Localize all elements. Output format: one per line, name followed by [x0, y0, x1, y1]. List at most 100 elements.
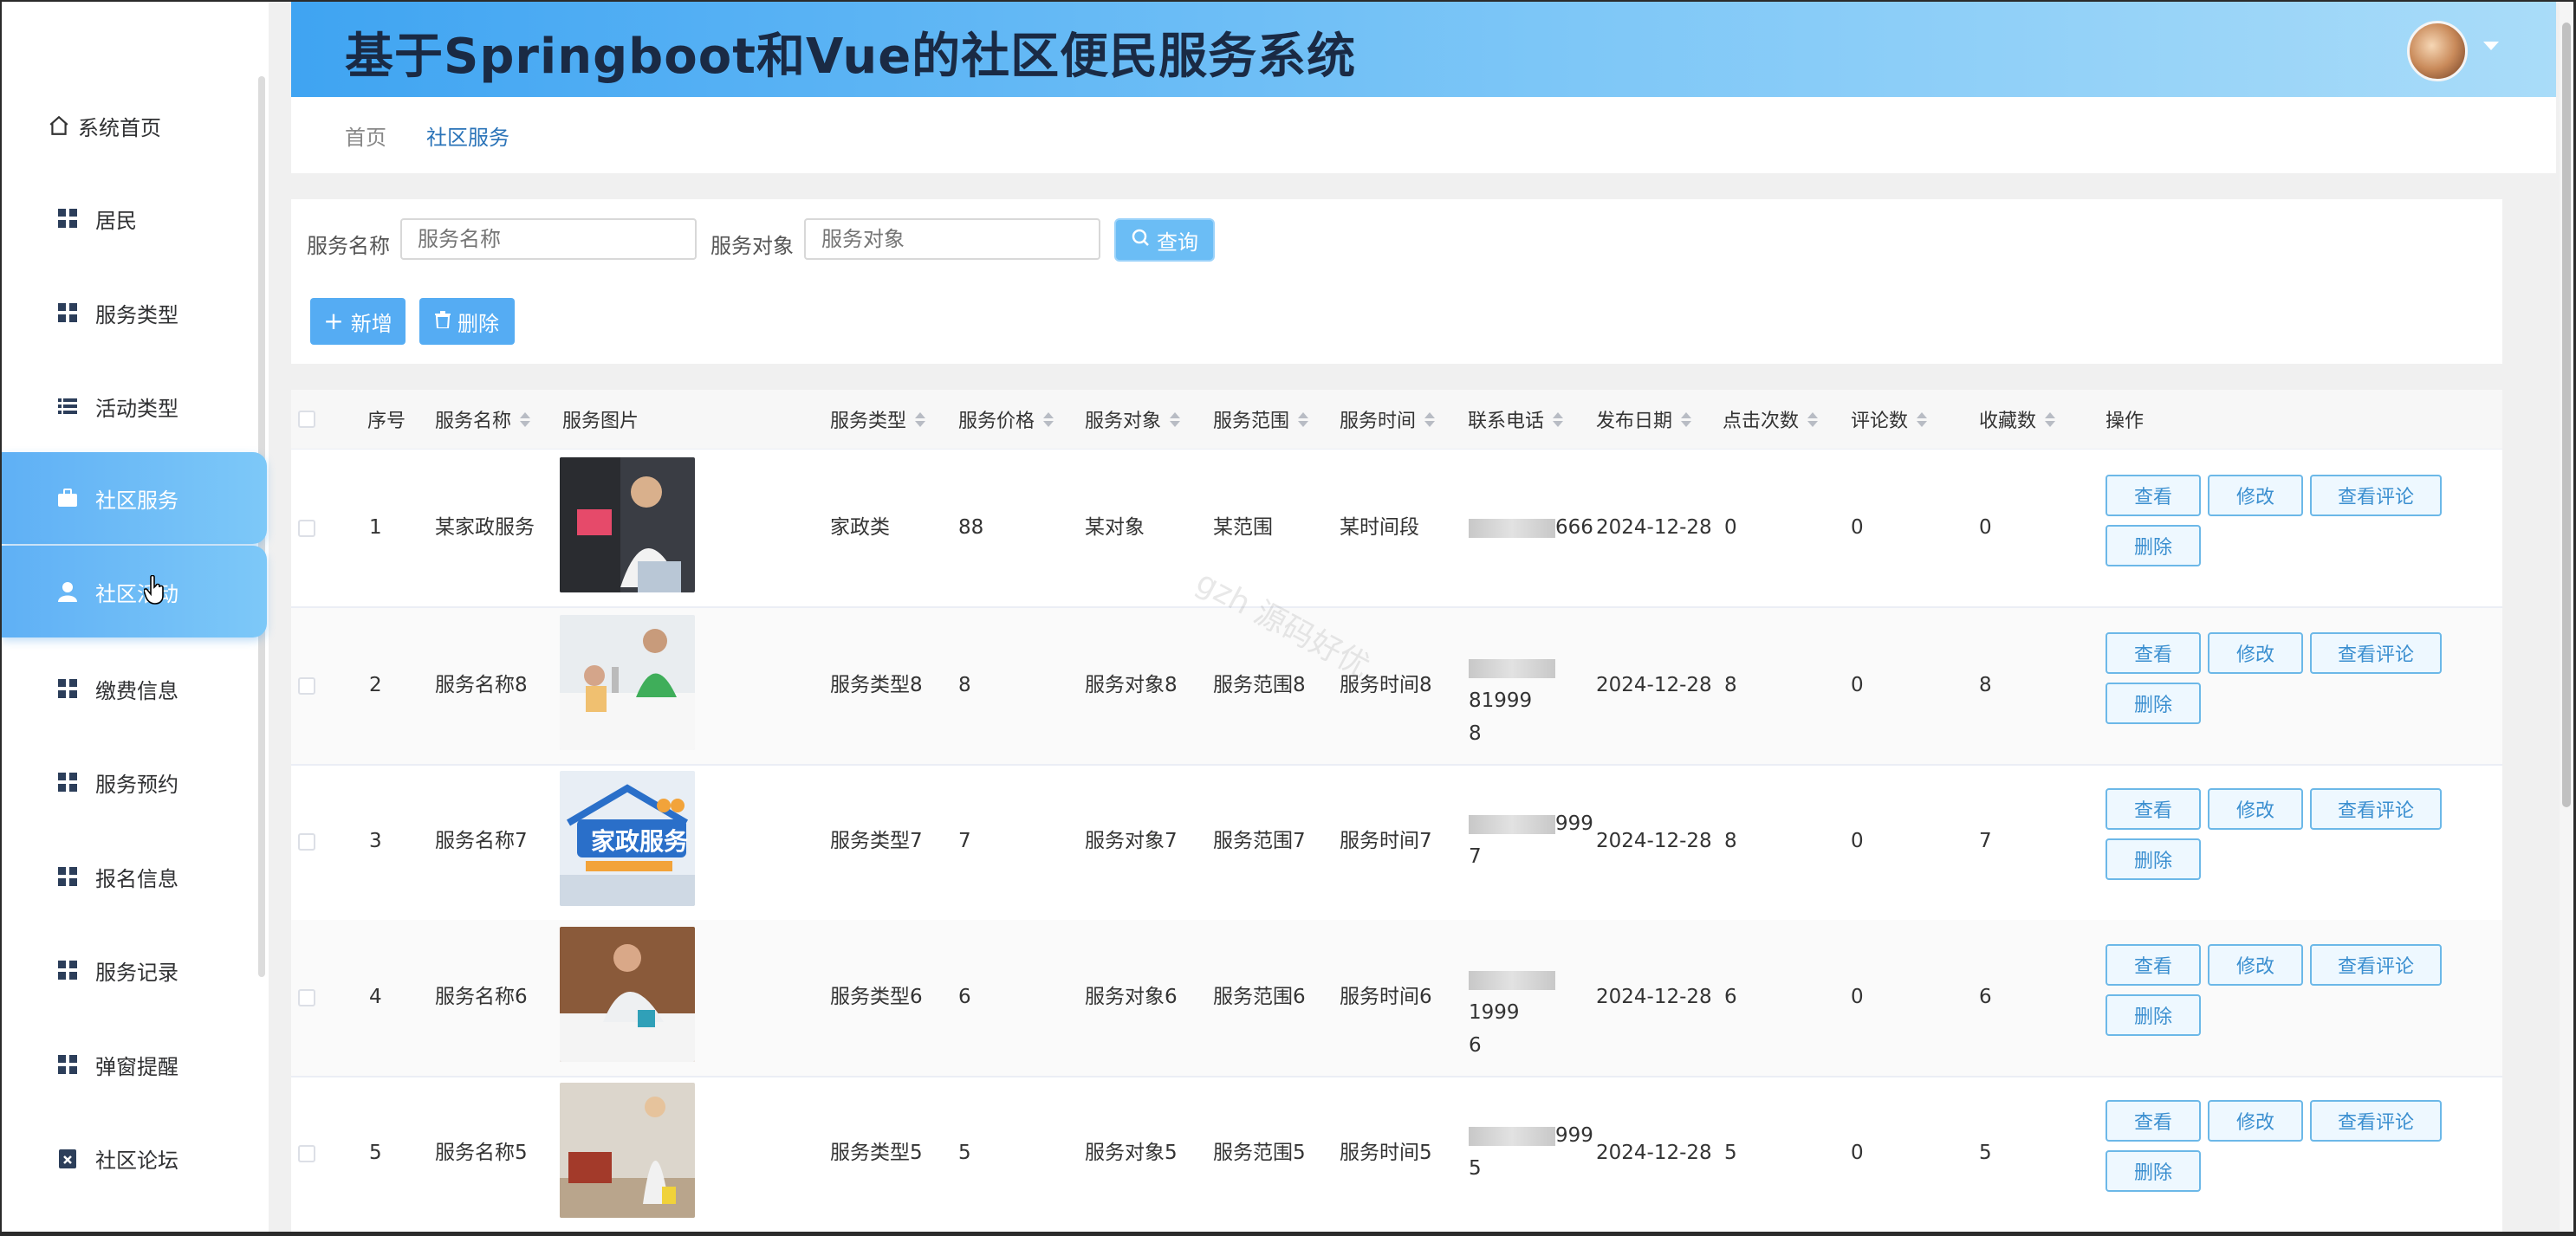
cell-comments: 0	[1851, 986, 1864, 1008]
table-row: 3 服务名称7 家政服务 服务类型7 7 服务对象7 服务范围7 服务时间7 9…	[291, 764, 2502, 922]
col-header-time[interactable]: 服务时间	[1340, 390, 1436, 449]
delete-button[interactable]: 删除	[2106, 525, 2201, 566]
col-header-price[interactable]: 服务价格	[958, 390, 1054, 449]
delete-button[interactable]: 删除	[2106, 683, 2201, 724]
page-scrollbar[interactable]	[2560, 2, 2573, 1232]
view-button[interactable]: 查看	[2106, 788, 2201, 830]
cell-phone: 999 5	[1469, 1119, 1599, 1185]
sidebar-item-community-activity[interactable]: 社区活动	[2, 546, 267, 637]
col-header-date[interactable]: 发布日期	[1596, 390, 1692, 449]
sidebar-item-records[interactable]: 服务记录	[2, 924, 267, 1016]
sidebar-item-reservations[interactable]: 服务预约	[2, 736, 267, 828]
query-button[interactable]: 查询	[1114, 218, 1215, 262]
grid-icon	[52, 861, 83, 892]
row-checkbox[interactable]	[298, 520, 315, 537]
cell-index: 1	[369, 516, 382, 539]
cell-scope: 服务范围7	[1213, 830, 1306, 852]
sidebar-item-community-service[interactable]: 社区服务	[2, 452, 267, 544]
sort-icon[interactable]	[1917, 411, 1928, 427]
cell-favorites: 8	[1979, 674, 1992, 696]
view-button[interactable]: 查看	[2106, 475, 2201, 516]
cell-phone: 1999 6	[1469, 963, 1599, 1062]
edit-button[interactable]: 修改	[2208, 475, 2303, 516]
sort-icon[interactable]	[1807, 411, 1819, 427]
breadcrumb-home[interactable]: 首页	[345, 120, 386, 151]
sort-icon[interactable]	[915, 411, 926, 427]
row-checkbox[interactable]	[298, 833, 315, 851]
grid-icon	[52, 1049, 83, 1080]
sidebar-item-home[interactable]: 系统首页	[2, 80, 267, 171]
service-image	[560, 927, 695, 1062]
edit-button[interactable]: 修改	[2208, 944, 2303, 986]
sidebar-item-residents[interactable]: 居民	[2, 172, 267, 264]
sort-icon[interactable]	[1681, 411, 1692, 427]
col-header-favorites[interactable]: 收藏数	[1979, 390, 2056, 449]
view-button[interactable]: 查看	[2106, 1100, 2201, 1142]
service-image	[560, 615, 695, 750]
sidebar-item-payments[interactable]: 缴费信息	[2, 643, 267, 734]
col-header-scope[interactable]: 服务范围	[1213, 390, 1309, 449]
edit-button[interactable]: 修改	[2208, 788, 2303, 830]
sidebar-item-service-type[interactable]: 服务类型	[2, 267, 267, 359]
select-all-checkbox[interactable]	[298, 411, 315, 428]
sort-icon[interactable]	[520, 411, 531, 427]
service-target-input[interactable]	[804, 218, 1100, 260]
view-comments-button[interactable]: 查看评论	[2310, 944, 2442, 986]
cell-clicks: 0	[1724, 516, 1737, 539]
cell-price: 8	[958, 674, 971, 696]
avatar[interactable]	[2407, 21, 2468, 81]
col-header-actions: 操作	[2106, 390, 2144, 449]
col-header-phone[interactable]: 联系电话	[1468, 390, 1564, 449]
row-checkbox[interactable]	[298, 1145, 315, 1162]
view-button[interactable]: 查看	[2106, 632, 2201, 674]
scrollbar-thumb[interactable]	[2562, 23, 2571, 807]
service-name-input[interactable]	[400, 218, 697, 260]
row-checkbox[interactable]	[298, 677, 315, 695]
batch-delete-button[interactable]: 删除	[419, 298, 515, 345]
sort-icon[interactable]	[1298, 411, 1309, 427]
view-comments-button[interactable]: 查看评论	[2310, 1100, 2442, 1142]
delete-button[interactable]: 删除	[2106, 1150, 2201, 1192]
sidebar-item-activity-type[interactable]: 活动类型	[2, 360, 267, 452]
sidebar-item-label: 社区服务	[95, 488, 178, 513]
view-comments-button[interactable]: 查看评论	[2310, 632, 2442, 674]
sort-icon[interactable]	[1424, 411, 1436, 427]
sort-icon[interactable]	[1170, 411, 1181, 427]
col-header-label: 服务对象	[1085, 411, 1162, 432]
edit-button[interactable]: 修改	[2208, 632, 2303, 674]
view-comments-button[interactable]: 查看评论	[2310, 788, 2442, 830]
col-header-name[interactable]: 服务名称	[435, 390, 531, 449]
delete-button[interactable]: 删除	[2106, 838, 2201, 880]
col-header-label: 收藏数	[1979, 411, 2037, 432]
add-button[interactable]: + 新增	[310, 298, 406, 345]
chevron-down-icon[interactable]	[2483, 42, 2499, 50]
col-header-type[interactable]: 服务类型	[830, 390, 926, 449]
query-button-label: 查询	[1157, 230, 1198, 255]
col-header-label: 联系电话	[1468, 411, 1545, 432]
sidebar-item-forum[interactable]: 社区论坛	[2, 1112, 267, 1204]
sidebar-item-popups[interactable]: 弹窗提醒	[2, 1019, 267, 1110]
sort-icon[interactable]	[1553, 411, 1564, 427]
cell-type: 家政类	[830, 516, 890, 539]
sort-icon[interactable]	[1043, 411, 1054, 427]
delete-button[interactable]: 删除	[2106, 994, 2201, 1036]
col-header-comments[interactable]: 评论数	[1851, 390, 1928, 449]
phone-visible-part: 81999	[1469, 689, 1533, 712]
cell-comments: 0	[1851, 1142, 1864, 1164]
sidebar-item-registrations[interactable]: 报名信息	[2, 831, 267, 922]
cell-comments: 0	[1851, 830, 1864, 852]
col-header-clicks[interactable]: 点击次数	[1723, 390, 1819, 449]
row-checkbox[interactable]	[298, 989, 315, 1006]
clipboard-icon	[52, 1142, 83, 1174]
briefcase-icon	[52, 482, 83, 514]
view-button[interactable]: 查看	[2106, 944, 2201, 986]
col-header-target[interactable]: 服务对象	[1085, 390, 1181, 449]
table-row: 5 服务名称5 服务类型5 5 服务对象5 服务范围5 服务时间5 999 5 2…	[291, 1076, 2502, 1232]
edit-button[interactable]: 修改	[2208, 1100, 2303, 1142]
cell-price: 88	[958, 516, 984, 539]
breadcrumb: 首页 社区服务	[291, 97, 2556, 173]
view-comments-button[interactable]: 查看评论	[2310, 475, 2442, 516]
sidebar-item-label: 缴费信息	[95, 678, 178, 703]
sort-icon[interactable]	[2045, 411, 2056, 427]
cell-type: 服务类型8	[830, 674, 923, 696]
